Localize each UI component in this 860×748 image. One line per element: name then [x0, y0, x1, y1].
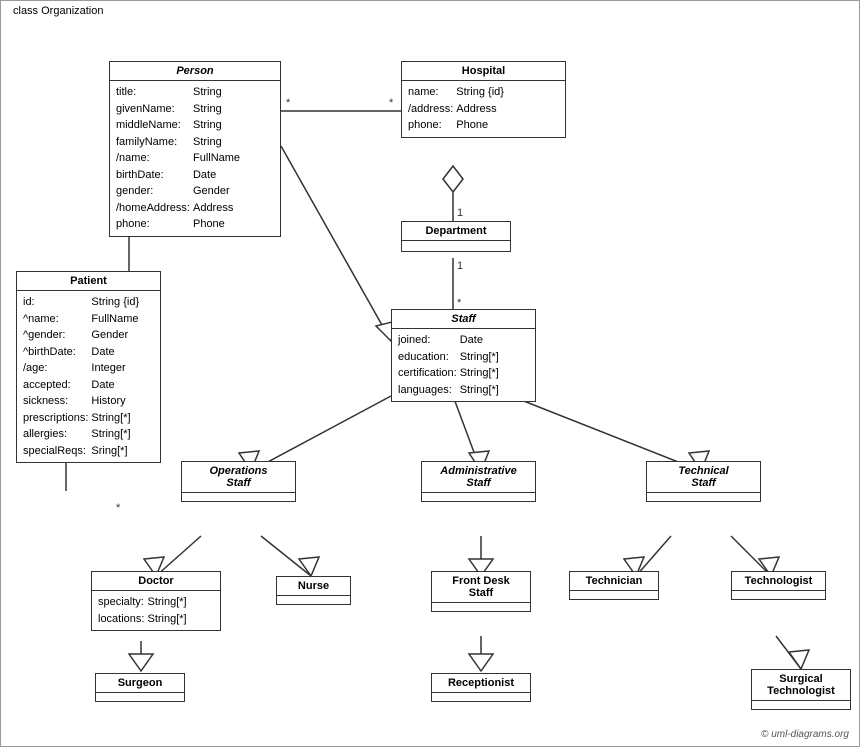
patient-class: Patient id:String {id} ^name:FullName ^g…: [16, 271, 161, 463]
department-body: [402, 241, 510, 251]
surgeon-title: Surgeon: [96, 674, 184, 693]
svg-text:*: *: [457, 297, 462, 309]
copyright-text: © uml-diagrams.org: [761, 729, 849, 740]
receptionist-body: [432, 693, 530, 701]
receptionist-class: Receptionist: [431, 673, 531, 702]
surgeon-body: [96, 693, 184, 701]
department-class: Department: [401, 221, 511, 252]
technologist-class: Technologist: [731, 571, 826, 600]
technologist-body: [732, 591, 825, 599]
hospital-title: Hospital: [402, 62, 565, 81]
operations-staff-body: [182, 493, 295, 501]
surgical-technologist-body: [752, 701, 850, 709]
hospital-body: name:String {id} /address:Address phone:…: [402, 81, 565, 137]
technician-class: Technician: [569, 571, 659, 600]
hospital-class: Hospital name:String {id} /address:Addre…: [401, 61, 566, 138]
nurse-body: [277, 596, 350, 604]
svg-text:1: 1: [457, 207, 463, 219]
surgical-technologist-class: SurgicalTechnologist: [751, 669, 851, 710]
technician-title: Technician: [570, 572, 658, 591]
front-desk-staff-title: Front DeskStaff: [432, 572, 530, 603]
technical-staff-title: TechnicalStaff: [647, 462, 760, 493]
svg-text:1: 1: [457, 260, 463, 272]
technician-body: [570, 591, 658, 599]
doctor-body: specialty:String[*] locations:String[*]: [92, 591, 220, 630]
doctor-class: Doctor specialty:String[*] locations:Str…: [91, 571, 221, 631]
front-desk-staff-class: Front DeskStaff: [431, 571, 531, 612]
doctor-title: Doctor: [92, 572, 220, 591]
staff-class: Staff joined:Date education:String[*] ce…: [391, 309, 536, 402]
person-class: Person title:String givenName:String mid…: [109, 61, 281, 237]
front-desk-staff-body: [432, 603, 530, 611]
receptionist-title: Receptionist: [432, 674, 530, 693]
administrative-staff-body: [422, 493, 535, 501]
surgical-technologist-title: SurgicalTechnologist: [752, 670, 850, 701]
administrative-staff-class: AdministrativeStaff: [421, 461, 536, 502]
technologist-title: Technologist: [732, 572, 825, 591]
surgeon-class: Surgeon: [95, 673, 185, 702]
staff-title: Staff: [392, 310, 535, 329]
person-body: title:String givenName:String middleName…: [110, 81, 280, 236]
technical-staff-body: [647, 493, 760, 501]
department-title: Department: [402, 222, 510, 241]
nurse-title: Nurse: [277, 577, 350, 596]
patient-body: id:String {id} ^name:FullName ^gender:Ge…: [17, 291, 160, 462]
svg-text:*: *: [116, 502, 121, 514]
operations-staff-title: OperationsStaff: [182, 462, 295, 493]
technical-staff-class: TechnicalStaff: [646, 461, 761, 502]
patient-title: Patient: [17, 272, 160, 291]
diagram-container: class Organization * * 1 * 1 *: [0, 0, 860, 747]
svg-text:*: *: [286, 97, 291, 109]
svg-text:*: *: [389, 97, 394, 109]
administrative-staff-title: AdministrativeStaff: [422, 462, 535, 493]
operations-staff-class: OperationsStaff: [181, 461, 296, 502]
staff-body: joined:Date education:String[*] certific…: [392, 329, 535, 401]
person-title: Person: [110, 62, 280, 81]
nurse-class: Nurse: [276, 576, 351, 605]
